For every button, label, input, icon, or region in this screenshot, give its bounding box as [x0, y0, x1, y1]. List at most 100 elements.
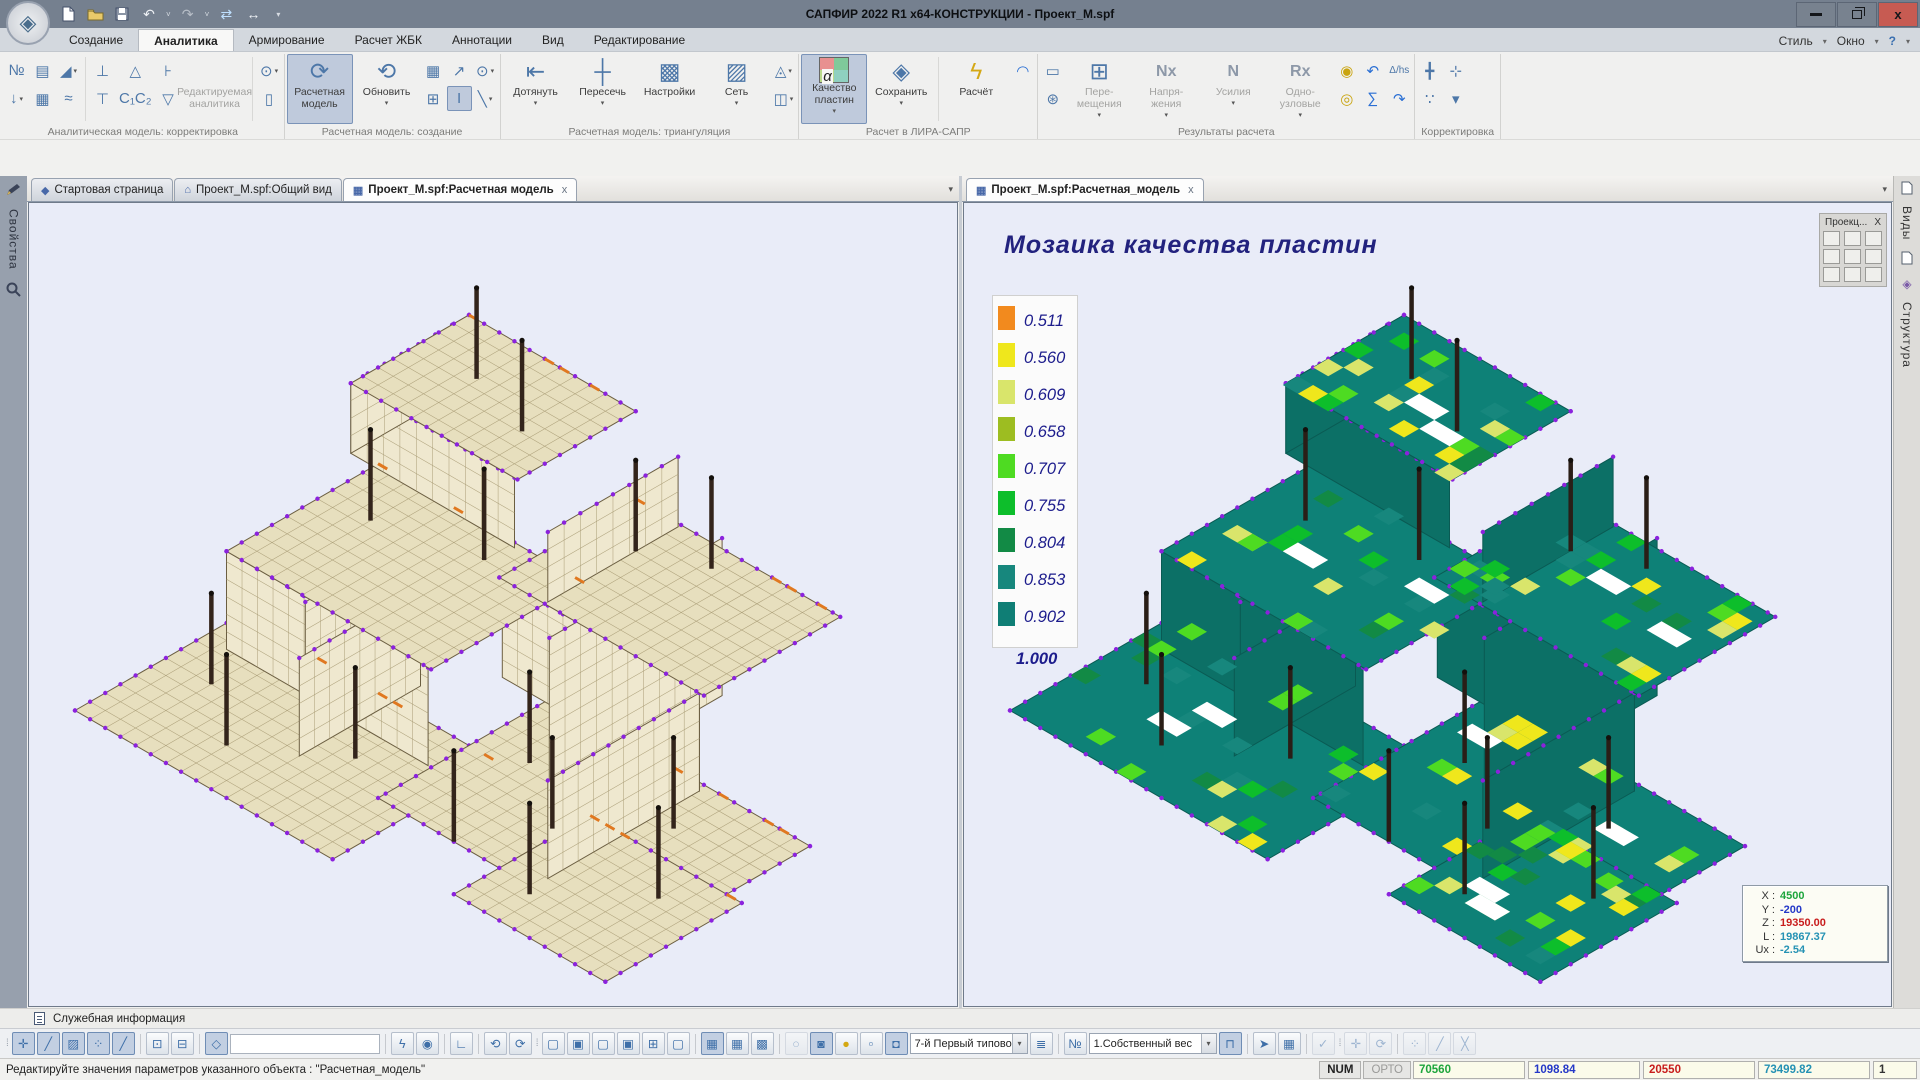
ruler-icon[interactable]: ▭ [1040, 58, 1065, 83]
tab-calc-model[interactable]: ▦Проект_M.spf:Расчетная модельx [343, 178, 577, 201]
views-panel-tab[interactable]: Виды [1900, 206, 1914, 240]
calc-model-button[interactable]: ⟳Расчетнаямодель [287, 54, 353, 124]
menu-tab-Создание[interactable]: Создание [54, 29, 138, 51]
tab-calc-model-close-icon[interactable]: x [562, 184, 568, 196]
rotate-ucs2-icon[interactable]: ⟳ [509, 1032, 532, 1055]
slope-icon[interactable]: ◢▾ [56, 58, 81, 83]
snap-mid-icon[interactable]: ╱ [37, 1032, 60, 1055]
box-6-icon[interactable]: ▢ [667, 1032, 690, 1055]
mirror-tool-icon[interactable]: ╱ [1428, 1032, 1451, 1055]
rotate-ucs-icon[interactable]: ⟲ [484, 1032, 507, 1055]
projection-view-icon-1[interactable] [1844, 231, 1861, 246]
triangulation-settings-button[interactable]: ▩Настройки [637, 54, 703, 124]
views-page-icon[interactable] [1899, 180, 1915, 196]
structure-panel-tab[interactable]: Структура [1900, 302, 1914, 368]
num-indicator[interactable]: NUM [1319, 1061, 1361, 1079]
support-hang-icon[interactable]: △ [116, 58, 155, 83]
projection-view-icon-0[interactable] [1823, 231, 1840, 246]
menu-tab-Армирование[interactable]: Армирование [234, 29, 340, 51]
support-pin-icon[interactable]: ⊥ [90, 58, 115, 83]
bridge-icon[interactable]: ◠ [1010, 58, 1035, 83]
apply-icon[interactable]: ✓ [1312, 1032, 1335, 1055]
menu-Окно[interactable]: Окно [1837, 34, 1865, 48]
drop-icon[interactable]: ▾ [1443, 86, 1468, 111]
number-filter-icon[interactable]: № [1064, 1032, 1087, 1055]
displacements-button[interactable]: ⊞Пере-мещения▾ [1066, 54, 1132, 124]
loadcase-combo-arrow-icon[interactable]: ▾ [1201, 1034, 1216, 1053]
update-button[interactable]: ⟲Обновить▾ [354, 54, 420, 124]
structure-diamond-icon[interactable]: ◈ [1899, 276, 1915, 292]
restore-button[interactable] [1837, 2, 1877, 27]
pile-field-icon[interactable]: ▦ [30, 86, 55, 111]
dashed-beam-icon[interactable]: ▯ [257, 86, 282, 111]
plate-quality-button[interactable]: αКачествопластин▾ [801, 54, 867, 124]
tab-start-page[interactable]: ◆Стартовая страница [31, 178, 173, 201]
menu-tab-Редактирование[interactable]: Редактирование [579, 29, 700, 51]
service-info-bar[interactable]: Служебная информация [0, 1008, 1920, 1028]
results-settings-icon[interactable]: ⊛ [1040, 86, 1065, 111]
beam-section-icon[interactable]: I [447, 86, 472, 111]
bulb-on-icon[interactable]: ● [835, 1032, 858, 1055]
layers-icon[interactable]: ▤ [30, 58, 55, 83]
qat-options-icon[interactable]: ▾ [276, 10, 280, 19]
tab-general-view[interactable]: ⌂Проект_M.spf:Общий вид [174, 178, 342, 201]
projection-view-icon-7[interactable] [1844, 267, 1861, 282]
sum-icon[interactable]: ∑ [1360, 86, 1385, 111]
app-logo-icon[interactable]: ◈ [6, 1, 50, 45]
editable-analytics-button[interactable]: Редактируемаяаналитика [182, 54, 248, 124]
align-icon[interactable]: ⊹ [1443, 58, 1468, 83]
load-down-icon[interactable]: ↓▾ [4, 86, 29, 111]
measure-icon[interactable]: ↔ [243, 4, 263, 24]
point-tool-icon[interactable]: ⊙▾ [473, 58, 498, 83]
calc-run-button[interactable]: ϟРасчёт [943, 54, 1009, 124]
support-post-icon[interactable]: ⊦ [156, 58, 181, 83]
stiffness-c1c2-icon[interactable]: C₁C₂ [116, 86, 155, 111]
projection-view-icon-8[interactable] [1865, 267, 1882, 282]
edit-properties-icon[interactable] [6, 181, 22, 197]
menu-Стиль[interactable]: Стиль [1779, 34, 1813, 48]
lock-edit-icon[interactable]: ⊟ [171, 1032, 194, 1055]
box-1-icon[interactable]: ▢ [542, 1032, 565, 1055]
storey-frame-icon[interactable]: ▦ [701, 1032, 724, 1055]
circle-snap-icon[interactable]: ◉ [416, 1032, 439, 1055]
undo-icon[interactable]: ↶ [139, 4, 159, 24]
cube-bulb-icon[interactable]: ◘ [885, 1032, 908, 1055]
tab-calc-model-right-close-icon[interactable]: x [1188, 184, 1194, 196]
stretch-button[interactable]: ⇤Дотянуть▾ [503, 54, 569, 124]
loadcase-combo[interactable]: 1.Собственный вес▾ [1089, 1033, 1217, 1054]
mirror2-tool-icon[interactable]: ╳ [1453, 1032, 1476, 1055]
structure-page-icon[interactable] [1899, 250, 1915, 266]
table-filter-icon[interactable]: ▦ [1278, 1032, 1301, 1055]
save-file-icon[interactable] [112, 4, 132, 24]
redo-arrow-icon[interactable]: ↷ [1386, 86, 1412, 111]
load-filter-icon[interactable]: ⊓ [1219, 1032, 1242, 1055]
menu-tab-Вид[interactable]: Вид [527, 29, 579, 51]
stresses-button[interactable]: NxНапря-жения▾ [1133, 54, 1199, 124]
panels-icon[interactable]: ◫▾ [771, 86, 797, 111]
box-2-icon[interactable]: ▣ [567, 1032, 590, 1055]
projection-view-icon-6[interactable] [1823, 267, 1840, 282]
frame-gear-icon[interactable]: ⊞ [421, 86, 446, 111]
lamp-graph2-icon[interactable]: ◎ [1334, 86, 1359, 111]
bulb-off-icon[interactable]: ○ [785, 1032, 808, 1055]
lamp-graph-icon[interactable]: ◉ [1334, 58, 1359, 83]
left-tab-menu-icon[interactable]: ▾ [948, 184, 953, 195]
new-file-icon[interactable] [58, 4, 78, 24]
menu-tab-Расчет ЖБК[interactable]: Расчет ЖБК [340, 29, 437, 51]
axis-target-icon[interactable]: ⊙▾ [257, 58, 282, 83]
snap-node-icon[interactable]: ✛ [12, 1032, 35, 1055]
roof-mesh-icon[interactable]: ◬▾ [771, 58, 797, 83]
help-icon[interactable]: ? [1889, 34, 1896, 48]
tab-calc-model-right[interactable]: ▦Проект_M.spf:Расчетная_модельx [966, 178, 1204, 201]
single-node-button[interactable]: RxОдно-узловые▾ [1267, 54, 1333, 124]
move-tool-icon[interactable]: ✛ [1344, 1032, 1367, 1055]
menu-tab-Аннотации[interactable]: Аннотации [437, 29, 527, 51]
redo-icon[interactable]: ↷ [178, 4, 198, 24]
open-file-icon[interactable] [85, 4, 105, 24]
frame-refresh-icon[interactable]: ▦ [421, 58, 446, 83]
scale-tool-icon[interactable]: ⁘ [1403, 1032, 1426, 1055]
storey-grid-icon[interactable]: ▩ [751, 1032, 774, 1055]
box-5-icon[interactable]: ⊞ [642, 1032, 665, 1055]
right-tab-menu-icon[interactable]: ▾ [1882, 184, 1887, 195]
projection-view-icon-5[interactable] [1865, 249, 1882, 264]
